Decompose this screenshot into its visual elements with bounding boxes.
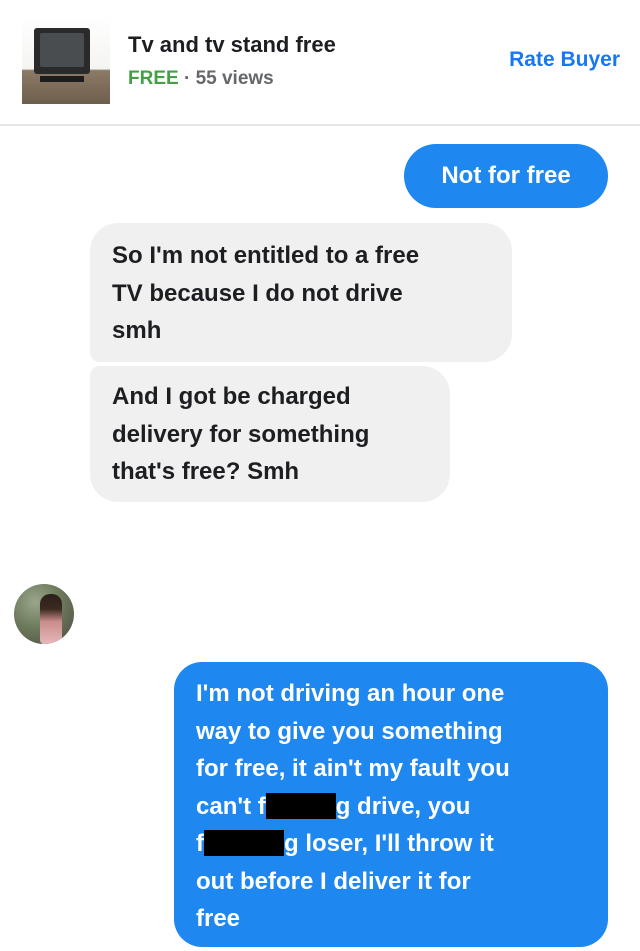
reply-line-4b: g drive, you xyxy=(335,792,471,820)
reply-line-4a: can't f xyxy=(196,792,266,820)
message-outgoing-reply[interactable]: I'm not driving an hour one way to give … xyxy=(174,662,608,947)
reply-line-2: way to give you something xyxy=(196,717,503,745)
reply-line-1: I'm not driving an hour one xyxy=(196,680,505,707)
message-outgoing-not-for-free[interactable]: Not for free xyxy=(404,144,608,208)
reply-line-3: for free, it ain't my fault you xyxy=(196,755,510,782)
tv-shape xyxy=(34,28,90,74)
message-incoming-entitled[interactable]: So I'm not entitled to a free TV because… xyxy=(90,223,512,362)
listing-title[interactable]: Tv and tv stand free xyxy=(128,32,336,58)
listing-header: Tv and tv stand free FREE · 55 views Rat… xyxy=(0,0,640,126)
tv-stand-shape xyxy=(40,76,84,82)
message-incoming-delivery[interactable]: And I got be charged delivery for someth… xyxy=(90,366,450,502)
reply-line-7: free xyxy=(196,905,241,932)
meta-separator: · xyxy=(178,68,196,89)
reply-line-5b: g loser, I'll throw it xyxy=(284,830,494,857)
rate-buyer-button[interactable]: Rate Buyer xyxy=(509,48,620,72)
user-avatar[interactable] xyxy=(14,584,74,644)
listing-meta: FREE · 55 views xyxy=(128,68,274,90)
tv-thumbnail-icon[interactable] xyxy=(22,16,110,104)
listing-price: FREE xyxy=(128,68,179,89)
listing-views: 55 views xyxy=(195,68,274,89)
censor-bar xyxy=(204,830,284,856)
reply-line-6: out before I deliver it for xyxy=(196,867,471,895)
avatar-figure xyxy=(40,594,62,644)
reply-line-5a: f xyxy=(196,830,204,857)
tv-screen xyxy=(40,33,84,67)
censor-bar xyxy=(265,792,336,819)
